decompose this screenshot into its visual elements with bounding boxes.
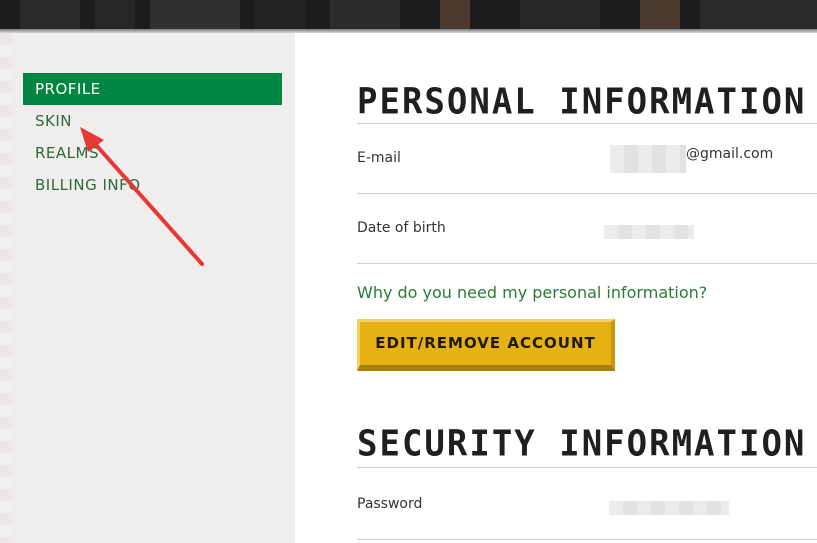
sidebar-item-label: PROFILE [35,80,101,98]
date-of-birth-value [604,224,694,240]
sidebar-item-realms[interactable]: REALMS [23,137,282,169]
sidebar-item-label: SKIN [35,112,73,130]
email-label: E-mail [357,150,401,166]
personal-information-heading: PERSONAL INFORMATION [357,81,807,123]
email-value: @gmail.com [610,145,773,173]
divider [357,193,817,194]
password-label: Password [357,496,423,512]
password-value [609,500,729,516]
site-header [0,0,817,29]
sidebar-pattern [0,33,12,543]
redacted-block [609,501,729,515]
redacted-block [604,225,694,239]
divider [357,467,817,468]
sidebar-item-profile[interactable]: PROFILE [23,73,282,105]
security-information-heading: SECURITY INFORMATION [357,423,807,465]
sidebar-item-billing-info[interactable]: BILLING INFO [23,169,282,201]
profile-main: PERSONAL INFORMATION E-mail @gmail.com D… [295,33,817,543]
redacted-block [610,145,686,173]
divider [357,539,817,540]
why-personal-info-link[interactable]: Why do you need my personal information? [357,283,707,302]
divider [357,263,817,264]
email-suffix: @gmail.com [686,146,774,162]
date-of-birth-label: Date of birth [357,220,446,236]
edit-remove-account-button[interactable]: EDIT/REMOVE ACCOUNT [357,319,615,371]
sidebar-item-label: BILLING INFO [35,176,141,194]
divider [357,123,817,124]
sidebar-item-skin[interactable]: SKIN [23,105,282,137]
sidebar-item-label: REALMS [35,144,99,162]
